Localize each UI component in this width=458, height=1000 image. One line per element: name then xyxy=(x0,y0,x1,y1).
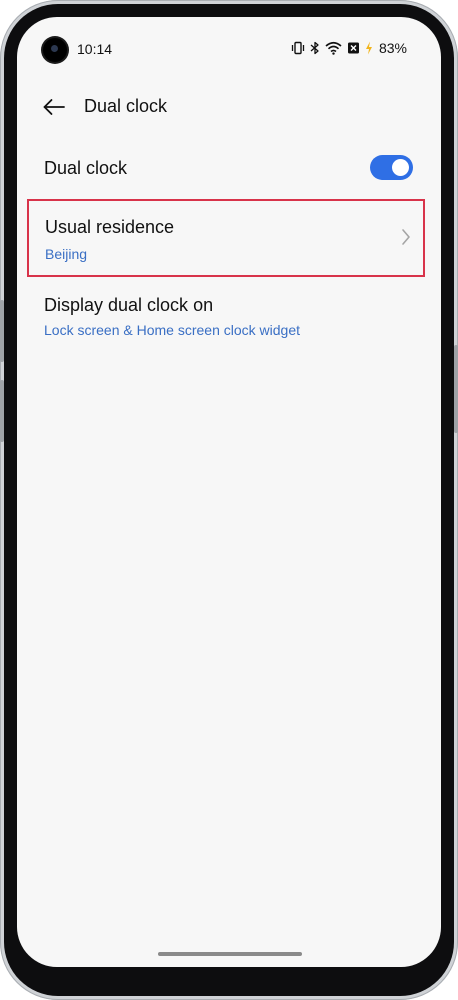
usual-residence-value: Beijing xyxy=(45,246,88,262)
app-header: Dual clock xyxy=(17,87,441,127)
no-sim-icon xyxy=(347,41,360,55)
usual-residence-label: Usual residence xyxy=(45,217,175,237)
home-indicator[interactable] xyxy=(158,952,302,956)
status-time: 10:14 xyxy=(77,41,113,57)
battery-charging-icon xyxy=(365,41,373,55)
front-camera xyxy=(43,38,67,62)
display-dual-clock-label: Display dual clock on xyxy=(44,295,214,315)
phone-frame: 10:14 83% Dual clock Dual clock Usual re… xyxy=(0,0,458,1000)
screen: 10:14 83% Dual clock Dual clock Usual re… xyxy=(17,17,441,967)
bluetooth-icon xyxy=(310,41,320,55)
battery-percent: 83% xyxy=(378,40,407,56)
power-button xyxy=(454,345,458,433)
back-button[interactable] xyxy=(39,93,69,121)
dual-clock-label: Dual clock xyxy=(44,158,128,178)
status-icons: 83% xyxy=(291,38,407,58)
display-dual-clock-row[interactable]: Display dual clock on Lock screen & Home… xyxy=(17,287,441,347)
display-dual-clock-value: Lock screen & Home screen clock widget xyxy=(44,322,300,338)
page-title: Dual clock xyxy=(84,96,168,116)
toggle-knob xyxy=(392,159,409,176)
chevron-right-icon xyxy=(401,228,411,251)
dual-clock-row: Dual clock xyxy=(17,145,441,189)
vibrate-icon xyxy=(291,41,305,55)
usual-residence-row[interactable]: Usual residence Beijing xyxy=(27,199,425,277)
arrow-left-icon xyxy=(42,98,66,116)
camera-lens xyxy=(51,45,58,52)
dual-clock-toggle[interactable] xyxy=(370,155,413,180)
wifi-icon xyxy=(325,41,342,55)
status-bar: 10:14 83% xyxy=(17,17,441,77)
